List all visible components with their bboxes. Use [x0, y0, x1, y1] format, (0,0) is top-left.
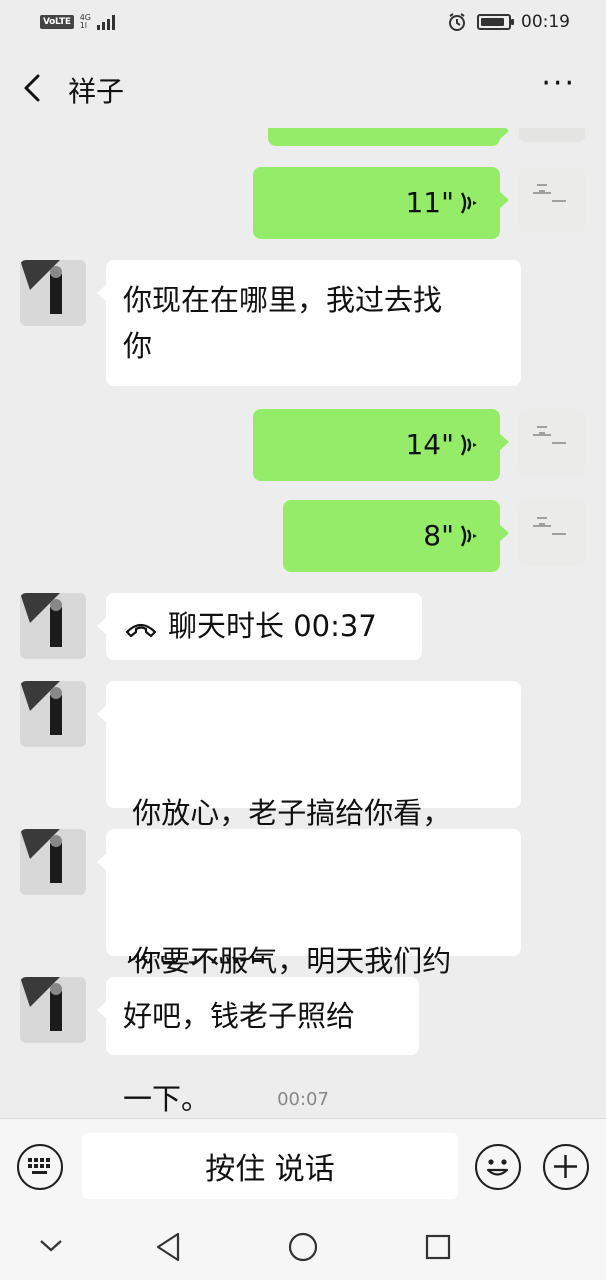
message-line: 你	[123, 329, 153, 363]
message-text[interactable]: 你要不服气，明天我们约 一下。	[97, 829, 521, 1116]
status-bar: VoLTE 4G 1l 00:19	[0, 0, 606, 48]
plus-icon[interactable]	[543, 1144, 589, 1190]
more-icon[interactable]: ···	[541, 69, 576, 99]
message-text[interactable]: 好吧，钱老子照给	[97, 977, 419, 1055]
self-avatar[interactable]	[519, 409, 585, 475]
nav-recents-icon[interactable]	[424, 1233, 452, 1261]
message-text[interactable]: 你放心，老子搞给你看， 钱老子照给	[97, 681, 521, 968]
voice-wave-icon	[460, 192, 477, 214]
voice-duration: 8"	[423, 519, 454, 552]
phone-call-icon	[125, 623, 157, 638]
alarm-icon	[449, 13, 465, 31]
contact-name: 祥子	[68, 75, 125, 108]
contact-avatar[interactable]	[20, 977, 86, 1043]
contact-avatar[interactable]	[20, 829, 86, 895]
contact-avatar[interactable]	[20, 260, 86, 326]
message-line: 你现在在哪里，我过去找	[123, 283, 443, 317]
keyboard-icon[interactable]	[17, 1144, 63, 1190]
call-duration-text: 聊天时长 00:37	[168, 609, 377, 643]
contact-avatar[interactable]	[20, 681, 86, 747]
network-sub-label: 1l	[79, 21, 88, 30]
voice-duration: 11"	[405, 186, 454, 219]
network-type: 4G 1l	[80, 14, 91, 30]
contact-avatar[interactable]	[20, 593, 86, 659]
nav-back-icon[interactable]	[154, 1231, 184, 1263]
self-avatar[interactable]	[519, 128, 585, 142]
message-list[interactable]: 11" 你现在在哪里，我过去找 你 14" 8" 聊天时长 00:37 你放心，…	[0, 128, 606, 1118]
back-icon[interactable]	[18, 72, 50, 104]
message-voice-partial[interactable]	[268, 128, 509, 146]
voice-duration: 14"	[405, 428, 454, 461]
status-right: 00:19	[447, 12, 570, 32]
voice-wave-icon	[460, 434, 477, 456]
press-to-talk-button[interactable]: 按住 说话	[82, 1133, 458, 1199]
message-timestamp: 00:07	[277, 1089, 329, 1110]
message-call[interactable]: 聊天时长 00:37	[97, 593, 422, 660]
system-nav-bar	[0, 1214, 606, 1280]
clock: 00:19	[521, 12, 570, 32]
battery-icon	[477, 14, 514, 30]
self-avatar[interactable]	[519, 167, 585, 233]
battery-fill	[481, 18, 505, 26]
voice-wave-icon	[460, 525, 477, 547]
message-voice[interactable]: 14"	[253, 409, 509, 481]
emoji-icon[interactable]	[475, 1144, 521, 1190]
input-bar: 按住 说话	[0, 1118, 606, 1214]
nav-home-icon[interactable]	[287, 1231, 319, 1263]
message-text[interactable]: 你现在在哪里，我过去找 你	[97, 260, 521, 386]
nav-down-icon[interactable]	[38, 1236, 64, 1256]
message-line: 好吧，钱老子照给	[123, 999, 356, 1033]
chat-header: 祥子 ···	[0, 48, 606, 128]
volte-badge: VoLTE	[40, 15, 74, 29]
message-voice[interactable]: 11"	[253, 167, 509, 239]
message-voice[interactable]: 8"	[283, 500, 509, 572]
signal-icon	[97, 14, 115, 30]
self-avatar[interactable]	[519, 500, 585, 566]
network-indicator: VoLTE 4G 1l	[40, 14, 115, 30]
